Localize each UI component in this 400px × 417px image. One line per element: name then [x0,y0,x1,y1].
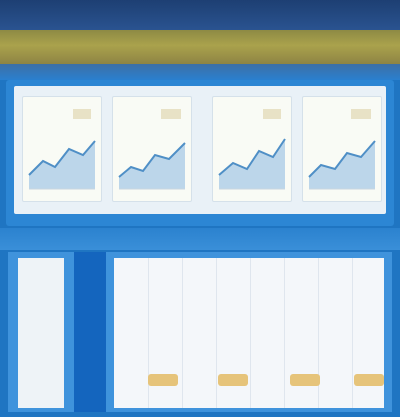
banner-text [0,40,400,54]
top-header-bar [0,0,400,30]
chart-panel [6,80,394,226]
grid-column-divider [216,258,217,408]
nav-strip [0,64,400,80]
data-grid [114,258,384,408]
selected-column-bar[interactable] [74,252,106,412]
chart-card-2[interactable] [112,96,192,202]
chart-icon [218,109,286,190]
table-panel [8,252,392,412]
chart-icon [118,109,186,190]
chart-panel-content [14,86,386,214]
grid-column-divider [284,258,285,408]
chart-icon [28,109,96,190]
app-title [0,8,400,22]
highlighted-cell[interactable] [218,374,248,386]
highlighted-cell[interactable] [290,374,320,386]
chart-card-label [115,187,189,197]
chart-card-4[interactable] [302,96,382,202]
grid-column-divider [352,258,353,408]
section-divider [0,228,400,250]
chart-card-1[interactable] [22,96,102,202]
chart-icon [308,109,376,190]
grid-column-divider [250,258,251,408]
highlighted-cell[interactable] [354,374,384,386]
chart-card-label [305,187,379,197]
highlighted-cell[interactable] [148,374,178,386]
banner [0,30,400,64]
row-header-column [18,258,64,408]
chart-card-label [25,187,99,197]
chart-card-label [215,187,289,197]
chart-card-3[interactable] [212,96,292,202]
grid-column-divider [182,258,183,408]
